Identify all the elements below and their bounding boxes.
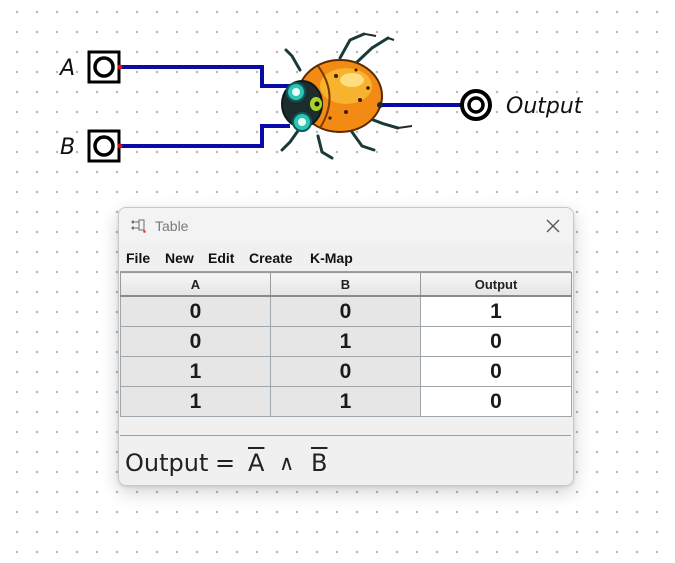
wire-a[interactable] bbox=[120, 65, 290, 88]
output-lamp[interactable] bbox=[460, 89, 492, 121]
menu-file[interactable]: File bbox=[126, 250, 150, 266]
window-title: Table bbox=[155, 218, 189, 234]
bug-nor-gate-icon[interactable] bbox=[280, 32, 413, 160]
cell-b: 0 bbox=[270, 356, 421, 387]
table-row: 1 0 0 bbox=[120, 356, 572, 387]
cell-output[interactable]: 0 bbox=[420, 356, 572, 387]
cell-output[interactable]: 1 bbox=[420, 295, 572, 327]
close-icon[interactable] bbox=[541, 214, 565, 238]
expression-and-operator: ∧ bbox=[279, 451, 295, 475]
column-header-a[interactable]: A bbox=[120, 272, 271, 297]
title-bar[interactable]: Table bbox=[119, 208, 573, 244]
expression-lhs: Output bbox=[125, 449, 209, 477]
expression-term-b-negated: B bbox=[311, 449, 328, 477]
cell-output[interactable]: 0 bbox=[420, 386, 572, 417]
column-header-output[interactable]: Output bbox=[420, 272, 572, 297]
cell-b: 1 bbox=[270, 386, 421, 417]
menu-new[interactable]: New bbox=[165, 250, 194, 266]
input-b-label: B bbox=[60, 135, 76, 160]
table-row: 1 1 0 bbox=[120, 386, 572, 417]
truth-table: A B Output 0 0 1 0 1 0 1 0 0 1 1 0 bbox=[120, 272, 572, 417]
output-label: Output bbox=[506, 94, 583, 119]
truth-table-area: A B Output 0 0 1 0 1 0 1 0 0 1 1 0 bbox=[120, 271, 572, 436]
cell-a: 1 bbox=[120, 386, 271, 417]
cell-output[interactable]: 0 bbox=[420, 326, 572, 357]
menu-kmap[interactable]: K-Map bbox=[310, 250, 353, 266]
wire-b[interactable] bbox=[120, 124, 290, 148]
cell-a: 0 bbox=[120, 295, 271, 327]
table-row: 0 1 0 bbox=[120, 326, 572, 357]
cell-b: 0 bbox=[270, 295, 421, 327]
expression-equals: = bbox=[215, 449, 236, 477]
input-a-toggle[interactable] bbox=[87, 50, 123, 84]
column-header-b[interactable]: B bbox=[270, 272, 421, 297]
table-row: 0 0 1 bbox=[120, 295, 572, 327]
menu-edit[interactable]: Edit bbox=[208, 250, 234, 266]
truth-table-window[interactable]: Table File New Edit Create K-Map A B Out… bbox=[118, 207, 574, 486]
input-a-label: A bbox=[60, 56, 76, 81]
expression-term-a-negated: A bbox=[248, 449, 265, 477]
menu-bar: File New Edit Create K-Map bbox=[119, 245, 573, 271]
cell-a: 1 bbox=[120, 356, 271, 387]
cell-b: 1 bbox=[270, 326, 421, 357]
menu-create[interactable]: Create bbox=[249, 250, 293, 266]
truth-table-icon bbox=[131, 219, 146, 233]
input-b-toggle[interactable] bbox=[87, 129, 123, 163]
cell-a: 0 bbox=[120, 326, 271, 357]
